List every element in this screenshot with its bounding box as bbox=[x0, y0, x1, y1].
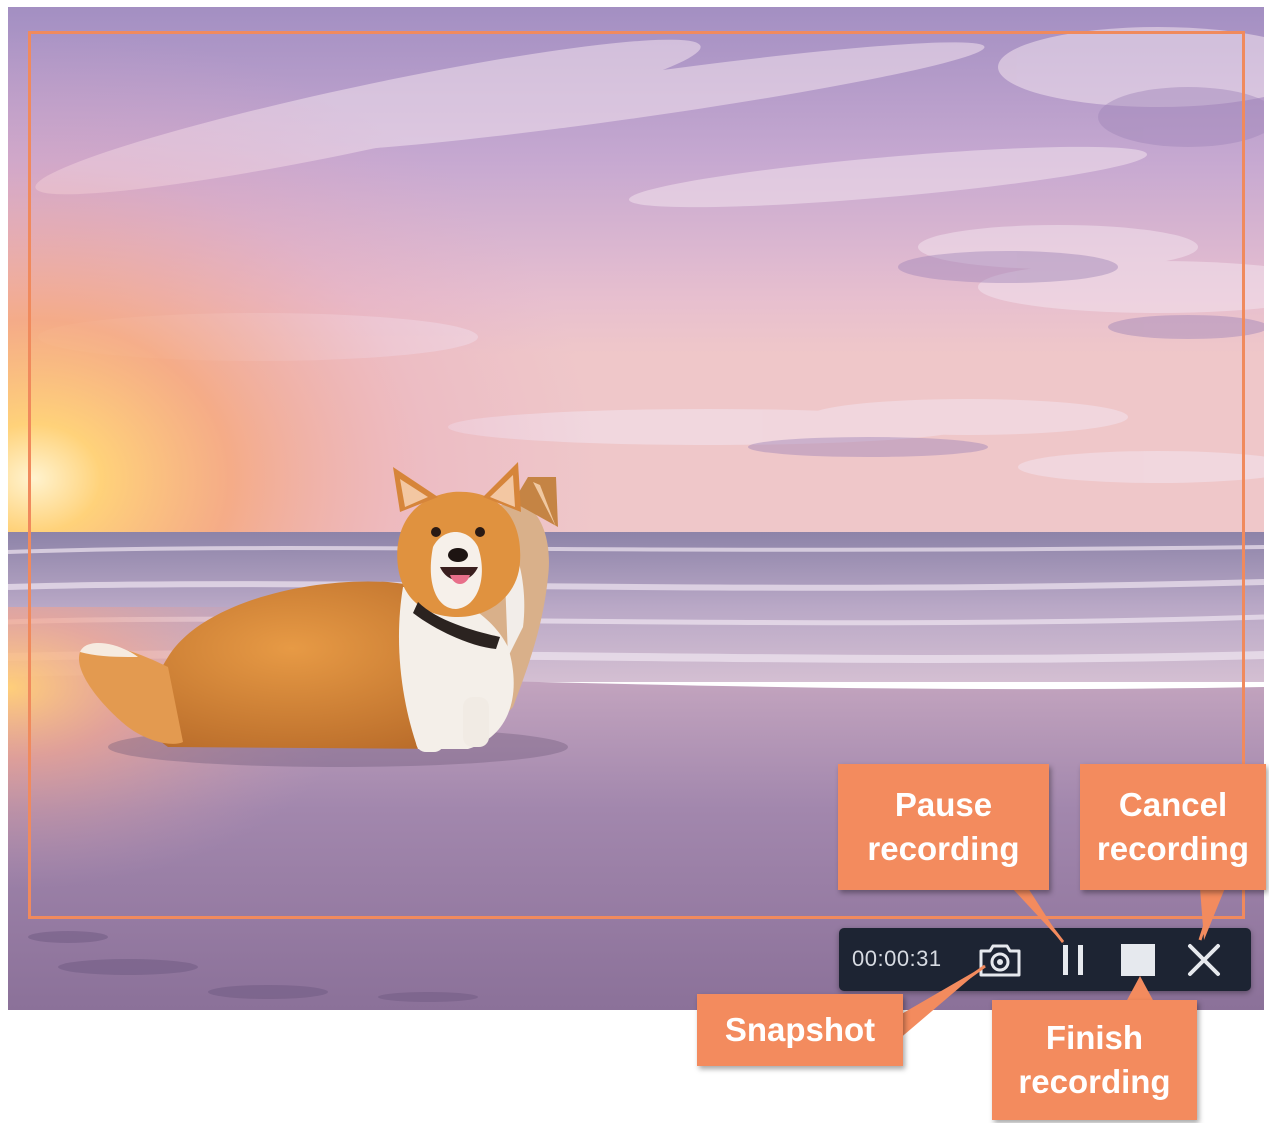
pause-button[interactable] bbox=[1049, 936, 1097, 984]
callout-snapshot-line1: Snapshot bbox=[724, 1011, 876, 1048]
snapshot-button[interactable] bbox=[976, 936, 1024, 984]
callout-cancel-line2: recording bbox=[1096, 830, 1250, 867]
camera-icon bbox=[979, 944, 1021, 977]
cancel-recording-button[interactable] bbox=[1180, 936, 1228, 984]
close-icon bbox=[1188, 944, 1220, 976]
callout-cancel-line1: Cancel bbox=[1118, 786, 1228, 823]
recording-timer: 00:00:31 bbox=[852, 946, 942, 971]
callout-finish-line2: recording bbox=[1018, 1063, 1171, 1100]
captured-photo bbox=[8, 7, 1264, 1010]
callout-pause-recording: Pause recording bbox=[838, 764, 1049, 890]
callout-pause-line1: Pause bbox=[894, 786, 993, 823]
callout-cancel-recording: Cancel recording bbox=[1080, 764, 1266, 890]
screen-recorder-screenshot: 00:00:31 Pause recording Cancel recordin… bbox=[0, 0, 1269, 1123]
callout-pause-line2: recording bbox=[867, 830, 1020, 867]
pause-icon bbox=[1063, 945, 1083, 975]
stop-icon bbox=[1121, 944, 1155, 976]
callout-finish-recording: Finish recording bbox=[992, 1000, 1197, 1120]
callout-snapshot: Snapshot bbox=[697, 994, 903, 1066]
finish-recording-button[interactable] bbox=[1114, 936, 1162, 984]
recording-panel: 00:00:31 bbox=[839, 928, 1251, 991]
callout-finish-line1: Finish bbox=[1045, 1019, 1144, 1056]
